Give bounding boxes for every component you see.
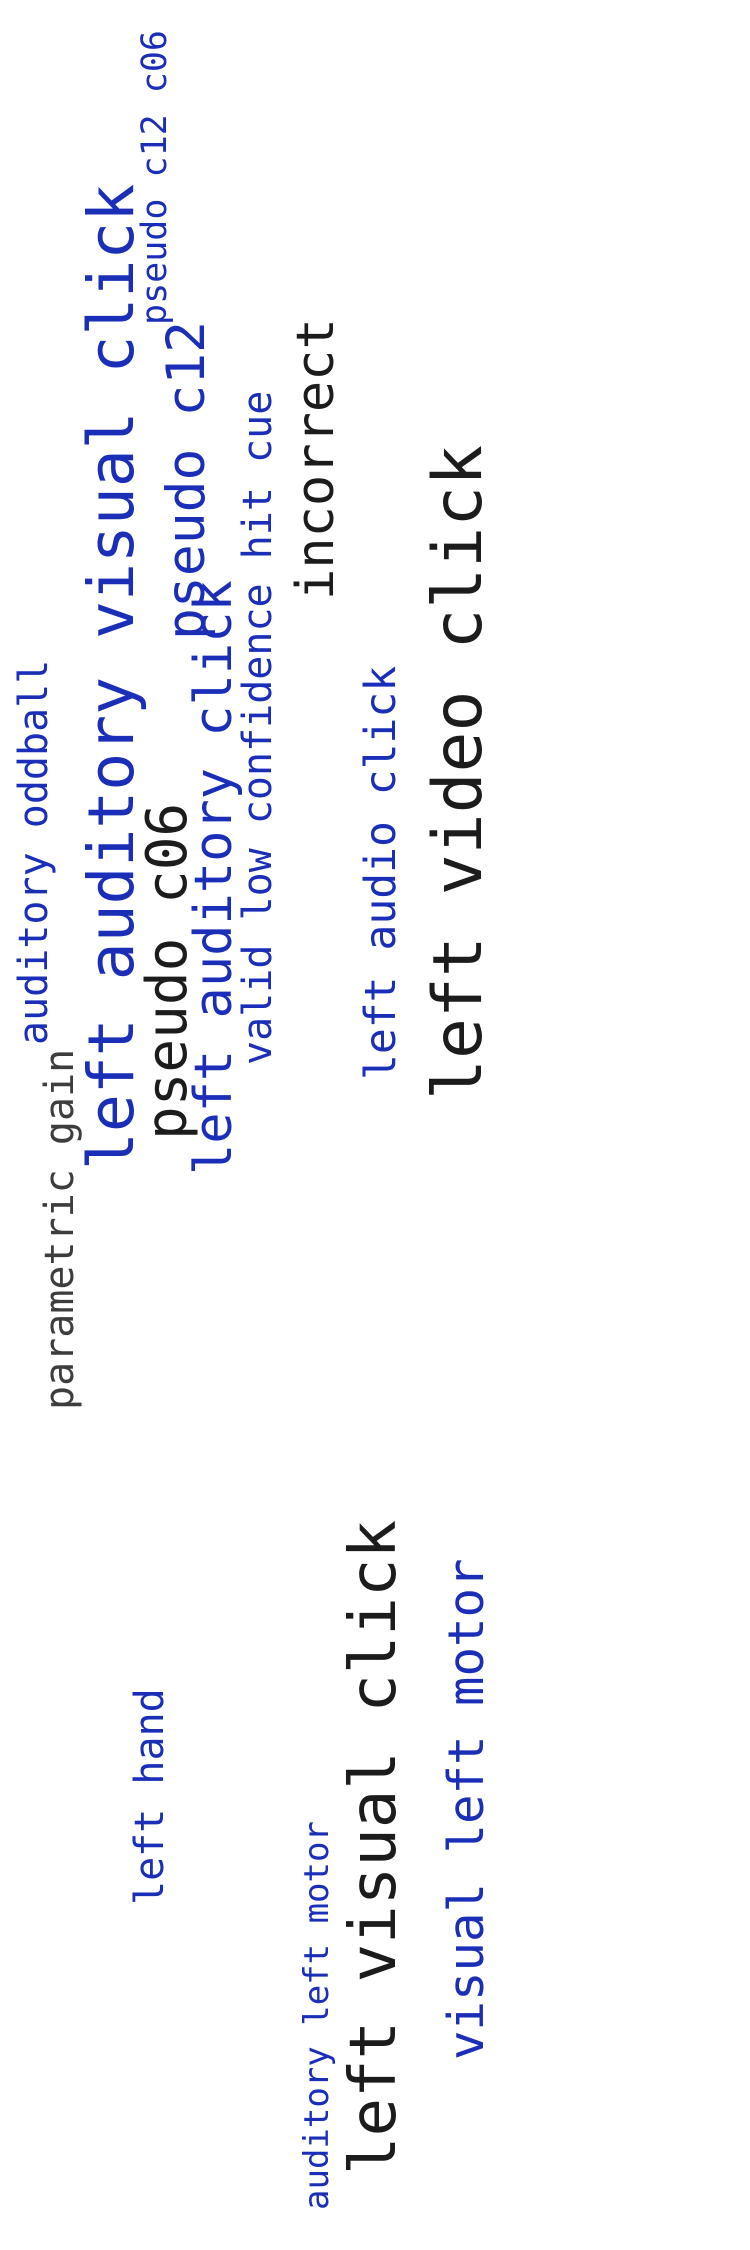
word-left-visual-click: left visual click <box>337 1519 411 2175</box>
word-left-audio-click: left audio click <box>356 665 406 1080</box>
word-auditory-oddball: auditory oddball <box>11 659 57 1045</box>
word-incorrect: incorrect <box>286 318 346 600</box>
word-valid-low-confidence-hit-cue: valid low confidence hit cue <box>235 390 281 1065</box>
word-cloud: auditory oddball parametric gain left au… <box>0 0 750 2250</box>
word-parametric-gain: parametric gain <box>37 1048 83 1410</box>
word-left-auditory-visual-click: left auditory visual click <box>75 183 148 1170</box>
word-visual-left-motor: visual left motor <box>438 1558 495 2060</box>
word-left-video-click: left video click <box>419 444 498 1100</box>
word-left-auditory-click: left auditory click <box>184 580 244 1175</box>
word-pseudo-c12-c06: pseudo c12 c06 <box>135 29 175 325</box>
word-left-hand: left hand <box>127 1688 173 1905</box>
word-auditory-left-motor: auditory left motor <box>297 1821 337 2210</box>
